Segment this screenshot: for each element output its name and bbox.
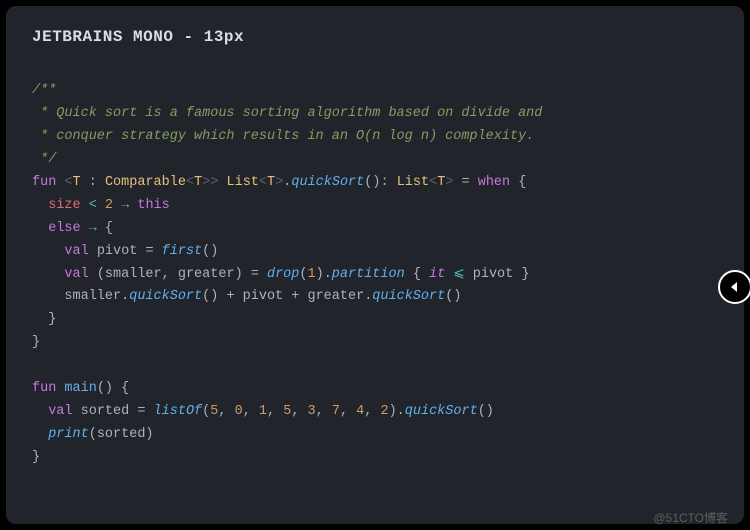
- kw-fun: fun: [32, 175, 56, 190]
- triangle-left-icon: [729, 281, 741, 293]
- fn-quicksort: quickSort: [291, 175, 364, 190]
- code-preview-panel: JETBRAINS MONO - 13px /** * Quick sort i…: [6, 6, 744, 524]
- comment-line: */: [32, 152, 56, 167]
- panel-title: JETBRAINS MONO - 13px: [32, 28, 718, 46]
- comment-line: * Quick sort is a famous sorting algorit…: [32, 106, 542, 121]
- comment-line: * conquer strategy which results in an O…: [32, 129, 534, 144]
- comment-line: /**: [32, 83, 56, 98]
- side-collapse-button[interactable]: [718, 270, 750, 304]
- watermark: @51CTO博客: [653, 509, 728, 526]
- code-block: /** * Quick sort is a famous sorting alg…: [32, 80, 718, 470]
- fn-main: main: [64, 381, 96, 396]
